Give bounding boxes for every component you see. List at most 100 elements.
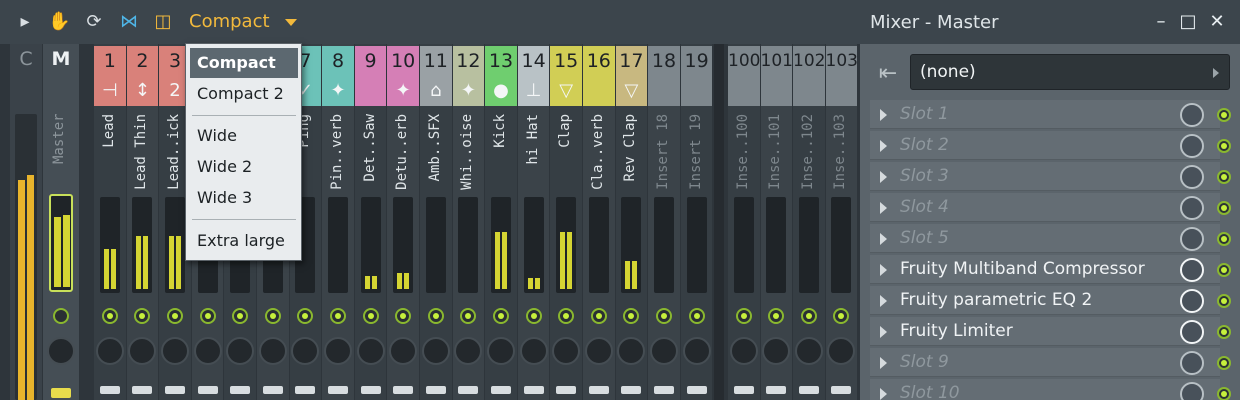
effect-slot[interactable]: Slot 2 xyxy=(870,131,1231,160)
panel-icon[interactable]: ◫ xyxy=(152,10,174,34)
insert-fader[interactable] xyxy=(798,386,819,394)
insert-strip[interactable]: 100 Inse..100 xyxy=(728,44,760,400)
insert-enable-led[interactable] xyxy=(768,308,785,324)
master-pan-knob[interactable] xyxy=(47,337,75,365)
insert-enable-led[interactable] xyxy=(800,308,817,324)
insert-enable-led[interactable] xyxy=(558,308,575,324)
insert-pan-knob[interactable] xyxy=(421,337,450,365)
insert-fader[interactable] xyxy=(621,386,642,394)
slot-mix-knob[interactable] xyxy=(1180,351,1204,375)
slot-enable-led[interactable] xyxy=(1217,108,1231,122)
effect-slot[interactable]: Fruity Limiter xyxy=(870,317,1231,346)
insert-strip[interactable]: 12 ✦ Whi..oise xyxy=(452,44,485,400)
insert-enable-led[interactable] xyxy=(525,308,542,324)
insert-enable-led[interactable] xyxy=(655,308,672,324)
menu-item-wide-2[interactable]: Wide 2 xyxy=(190,152,298,182)
insert-fader[interactable] xyxy=(766,386,787,394)
effect-slot[interactable]: Slot 5 xyxy=(870,224,1231,253)
expand-arrow-icon[interactable] xyxy=(880,326,887,338)
maximize-icon[interactable]: □ xyxy=(1177,10,1199,34)
insert-pan-knob[interactable] xyxy=(193,337,222,365)
insert-fader[interactable] xyxy=(490,386,511,394)
insert-strip[interactable]: 14 ⊥ hi Hat xyxy=(517,44,550,400)
insert-pan-knob[interactable] xyxy=(617,337,646,365)
insert-fader[interactable] xyxy=(653,386,674,394)
insert-fader[interactable] xyxy=(733,386,754,394)
insert-strip[interactable]: 101 Inse..101 xyxy=(760,44,793,400)
insert-strip[interactable]: 19 Insert 19 xyxy=(680,44,713,400)
insert-enable-led[interactable] xyxy=(735,308,752,324)
input-icon[interactable]: ⇤ xyxy=(874,60,902,88)
expand-arrow-icon[interactable] xyxy=(880,357,887,369)
insert-fader[interactable] xyxy=(197,386,218,394)
expand-arrow-icon[interactable] xyxy=(880,233,887,245)
insert-enable-led[interactable] xyxy=(688,308,705,324)
insert-fader[interactable] xyxy=(425,386,446,394)
insert-enable-led[interactable] xyxy=(460,308,477,324)
insert-enable-led[interactable] xyxy=(427,308,444,324)
expand-arrow-icon[interactable] xyxy=(880,264,887,276)
insert-fader[interactable] xyxy=(262,386,283,394)
insert-pan-knob[interactable] xyxy=(389,337,418,365)
menu-item-compact-2[interactable]: Compact 2 xyxy=(190,79,298,109)
insert-enable-led[interactable] xyxy=(590,308,607,324)
insert-enable-led[interactable] xyxy=(199,308,216,324)
effect-slot[interactable]: Slot 3 xyxy=(870,162,1231,191)
slot-enable-led[interactable] xyxy=(1217,325,1231,339)
slot-enable-led[interactable] xyxy=(1217,263,1231,277)
menu-item-wide-3[interactable]: Wide 3 xyxy=(190,183,298,213)
slot-mix-knob[interactable] xyxy=(1180,320,1204,344)
insert-strip[interactable]: 17 ▽ Rev Clap xyxy=(615,44,648,400)
expand-arrow-icon[interactable] xyxy=(880,388,887,400)
menu-item-compact[interactable]: Compact xyxy=(190,48,298,78)
slot-mix-knob[interactable] xyxy=(1180,165,1204,189)
slot-enable-led[interactable] xyxy=(1217,139,1231,153)
insert-strip[interactable]: 1 ⊣ Lead xyxy=(94,44,126,400)
insert-pan-knob[interactable] xyxy=(519,337,548,365)
insert-strip[interactable]: 16 Cla..verb xyxy=(583,44,615,400)
insert-pan-knob[interactable] xyxy=(323,337,352,365)
insert-pan-knob[interactable] xyxy=(762,337,791,365)
insert-enable-led[interactable] xyxy=(264,308,281,324)
close-icon[interactable]: ✕ xyxy=(1206,10,1228,34)
insert-enable-led[interactable] xyxy=(329,308,346,324)
insert-enable-led[interactable] xyxy=(362,308,379,324)
insert-enable-led[interactable] xyxy=(101,308,118,324)
input-select[interactable]: (none) xyxy=(910,54,1230,90)
effect-slot[interactable]: Fruity parametric EQ 2 xyxy=(870,286,1231,315)
insert-fader[interactable] xyxy=(556,386,577,394)
play-arrow-icon[interactable]: ▸ xyxy=(14,10,36,34)
insert-strip[interactable]: 15 ▽ Clap xyxy=(550,44,582,400)
insert-strip[interactable]: 103 Inse..103 xyxy=(825,44,858,400)
slot-mix-knob[interactable] xyxy=(1180,227,1204,251)
insert-fader[interactable] xyxy=(686,386,707,394)
insert-enable-led[interactable] xyxy=(395,308,412,324)
insert-enable-led[interactable] xyxy=(232,308,249,324)
master-column[interactable]: M Master xyxy=(43,44,79,400)
insert-pan-knob[interactable] xyxy=(226,337,255,365)
insert-fader[interactable] xyxy=(458,386,479,394)
insert-enable-led[interactable] xyxy=(833,308,850,324)
insert-fader[interactable] xyxy=(295,386,316,394)
insert-pan-knob[interactable] xyxy=(128,337,157,365)
insert-fader[interactable] xyxy=(327,386,348,394)
insert-fader[interactable] xyxy=(523,386,544,394)
expand-arrow-icon[interactable] xyxy=(880,109,887,121)
menu-item-wide[interactable]: Wide xyxy=(190,121,298,151)
insert-pan-knob[interactable] xyxy=(649,337,678,365)
slot-mix-knob[interactable] xyxy=(1180,258,1204,282)
insert-enable-led[interactable] xyxy=(134,308,151,324)
insert-strip[interactable]: 9 Det..Saw xyxy=(354,44,387,400)
insert-fader[interactable] xyxy=(99,386,120,394)
master-enable-led[interactable] xyxy=(53,308,69,324)
insert-pan-knob[interactable] xyxy=(827,337,856,365)
insert-pan-knob[interactable] xyxy=(454,337,483,365)
insert-pan-knob[interactable] xyxy=(95,337,124,365)
insert-strip[interactable]: 102 Inse..102 xyxy=(793,44,825,400)
master-fader[interactable] xyxy=(51,388,71,398)
expand-arrow-icon[interactable] xyxy=(880,171,887,183)
slot-enable-led[interactable] xyxy=(1217,387,1231,400)
insert-enable-led[interactable] xyxy=(297,308,314,324)
expand-arrow-icon[interactable] xyxy=(880,295,887,307)
slot-enable-led[interactable] xyxy=(1217,356,1231,370)
